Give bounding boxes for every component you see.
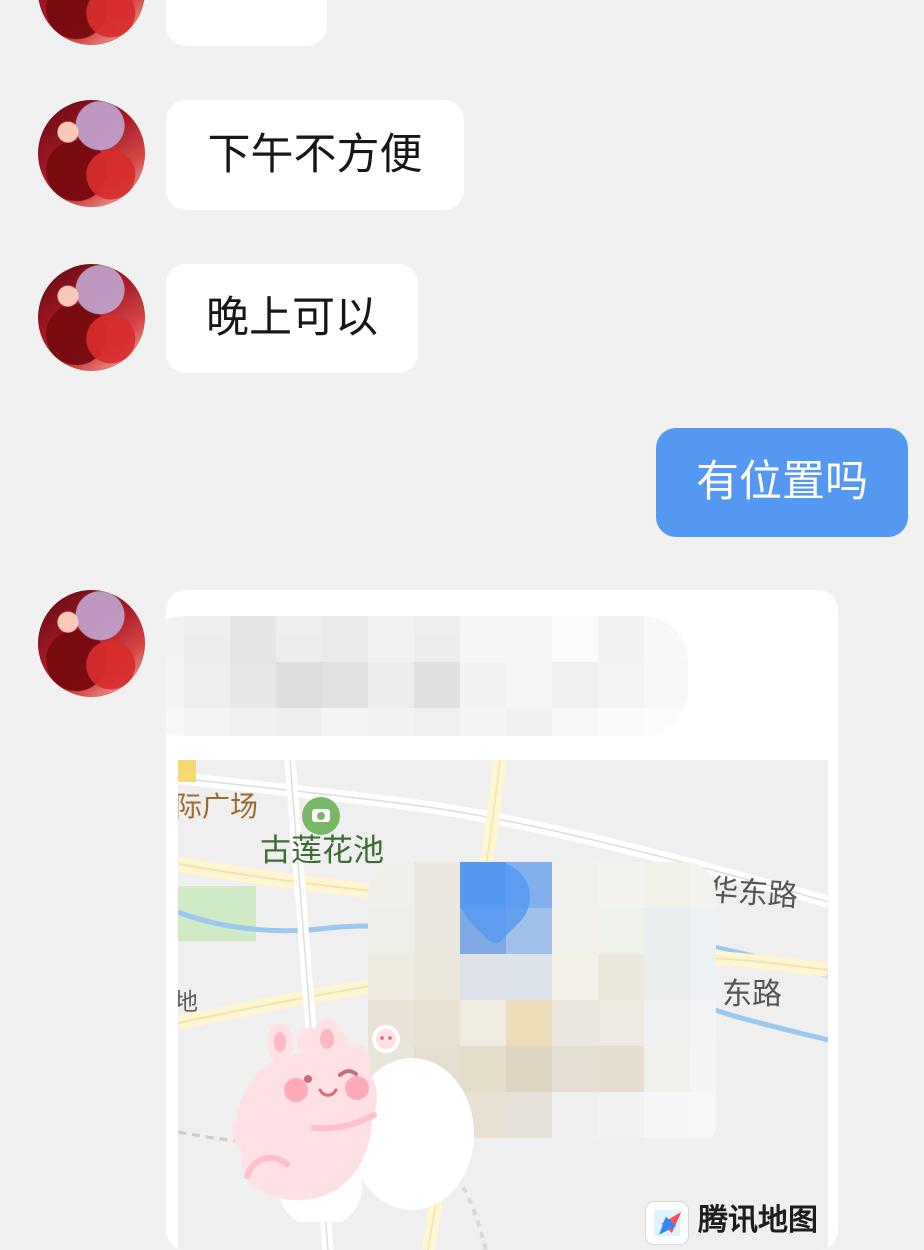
map-provider-label: 腾讯地图 xyxy=(698,1203,818,1238)
message-bubble: 你好 xyxy=(166,0,327,46)
map-label-plaza: 际广场 xyxy=(178,790,259,823)
map-label-pool: 古莲花池 xyxy=(260,833,384,869)
message-bubble: 有位置吗 xyxy=(656,428,908,537)
message-text: 晚上可以 xyxy=(206,293,378,343)
contact-avatar[interactable] xyxy=(38,590,145,697)
bunny-sticker-icon xyxy=(232,1018,474,1222)
map-label-left-edge: 地 xyxy=(178,988,198,1016)
contact-avatar[interactable] xyxy=(38,100,145,207)
message-text: 有位置吗 xyxy=(696,457,868,507)
message-bubble: 晚上可以 xyxy=(166,264,418,373)
contact-avatar[interactable] xyxy=(38,264,145,371)
message-text: 下午不方便 xyxy=(207,129,423,180)
location-title-mosaic xyxy=(166,616,688,736)
message-bubble: 下午不方便 xyxy=(166,100,464,210)
message-text: 你好 xyxy=(204,0,290,4)
tencent-map-logo-icon xyxy=(646,1202,688,1244)
map-label-road-2: 东路 xyxy=(722,977,782,1012)
chat-screen: { "colors": { "page_background": "#f1f1f… xyxy=(0,0,924,1250)
camera-icon[interactable] xyxy=(302,797,340,835)
contact-avatar[interactable] xyxy=(38,0,145,45)
